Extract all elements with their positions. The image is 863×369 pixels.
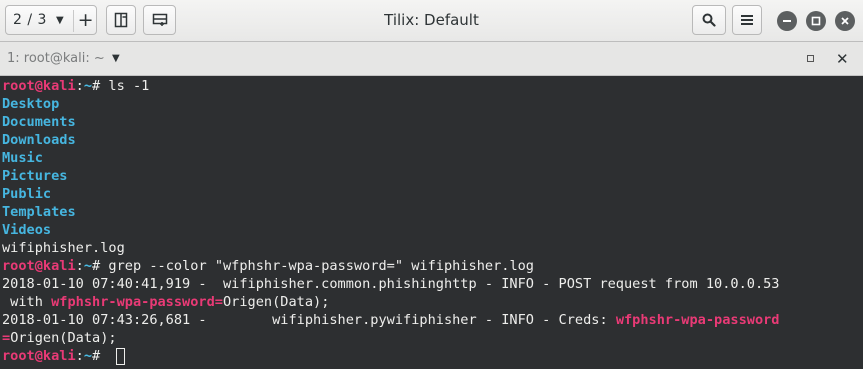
chevron-down-icon[interactable]: ▼: [112, 53, 120, 64]
directory-entry: Public: [2, 186, 52, 202]
minimize-icon: [783, 20, 791, 22]
maximize-button[interactable]: [806, 11, 826, 31]
prompt-user-host: root@kali: [2, 258, 76, 274]
prompt-user-host: root@kali: [2, 348, 76, 364]
terminal-cursor: [116, 348, 125, 365]
minimize-button[interactable]: [777, 11, 797, 31]
log-output-line: 2018-01-10 07:43:26,681 - wifiphisher.py…: [2, 311, 780, 329]
directory-entry: Templates: [2, 204, 76, 220]
log-output-line: with wfphshr-wpa-password=Origen(Data);: [2, 293, 329, 311]
hamburger-menu-icon: [741, 15, 753, 25]
output-text: Origen(Data);: [10, 330, 117, 346]
directory-entry: Pictures: [2, 168, 68, 184]
prompt-separator: :: [75, 348, 84, 364]
output-text: Origen(Data);: [222, 294, 330, 310]
maximize-terminal-icon[interactable]: [807, 55, 814, 62]
directory-entry: Downloads: [2, 132, 76, 148]
output-text: 2018-01-10 07:43:26,681 - wifiphisher.py…: [2, 312, 616, 328]
search-icon: [702, 13, 716, 27]
prompt-user-host: root@kali: [2, 78, 76, 94]
maximize-icon: [811, 16, 821, 26]
terminal-line: root@kali:~#: [2, 347, 108, 365]
prompt-separator: :: [75, 78, 84, 94]
close-button[interactable]: [835, 11, 855, 31]
header-bar: 2 / 3 ▼ + Tilix: Default: [0, 0, 863, 42]
terminal-line: root@kali:~# grep --color "wfphshr-wpa-p…: [2, 257, 534, 275]
terminal-title-bar: 1: root@kali: ~ ▼ ✕: [0, 42, 863, 76]
output-text: with: [2, 294, 52, 310]
prompt-symbol: #: [92, 348, 109, 364]
log-output-line: =Origen(Data);: [2, 329, 117, 347]
prompt-symbol: #: [92, 258, 109, 274]
directory-entry: Music: [2, 150, 43, 166]
close-terminal-icon[interactable]: ✕: [836, 50, 849, 68]
grep-match: wfphshr-wpa-password: [615, 312, 780, 328]
directory-entry: Desktop: [2, 96, 60, 112]
command-text: ls -1: [108, 78, 150, 94]
menu-button[interactable]: [732, 5, 762, 35]
log-output-line: 2018-01-10 07:40:41,919 - wifiphisher.co…: [2, 276, 780, 292]
directory-entry: Documents: [2, 114, 76, 130]
terminal-output[interactable]: root@kali:~# ls -1 Desktop Documents Dow…: [0, 76, 863, 369]
prompt-path: ~: [83, 78, 93, 94]
prompt-separator: :: [75, 258, 84, 274]
terminal-line: root@kali:~# ls -1: [2, 77, 149, 95]
command-text: grep --color "wfphshr-wpa-password=" wif…: [108, 258, 534, 274]
prompt-symbol: #: [92, 78, 109, 94]
prompt-path: ~: [83, 258, 93, 274]
directory-entry: Videos: [2, 222, 52, 238]
file-entry: wifiphisher.log: [2, 240, 125, 256]
grep-match: =: [2, 330, 11, 346]
prompt-path: ~: [83, 348, 93, 364]
close-icon: [841, 17, 849, 25]
grep-match: wfphshr-wpa-password=: [51, 294, 223, 310]
terminal-title[interactable]: 1: root@kali: ~: [7, 51, 105, 66]
search-button[interactable]: [692, 5, 726, 35]
tilix-window: 2 / 3 ▼ + Tilix: Default 1: root@kali: ~…: [0, 0, 863, 369]
